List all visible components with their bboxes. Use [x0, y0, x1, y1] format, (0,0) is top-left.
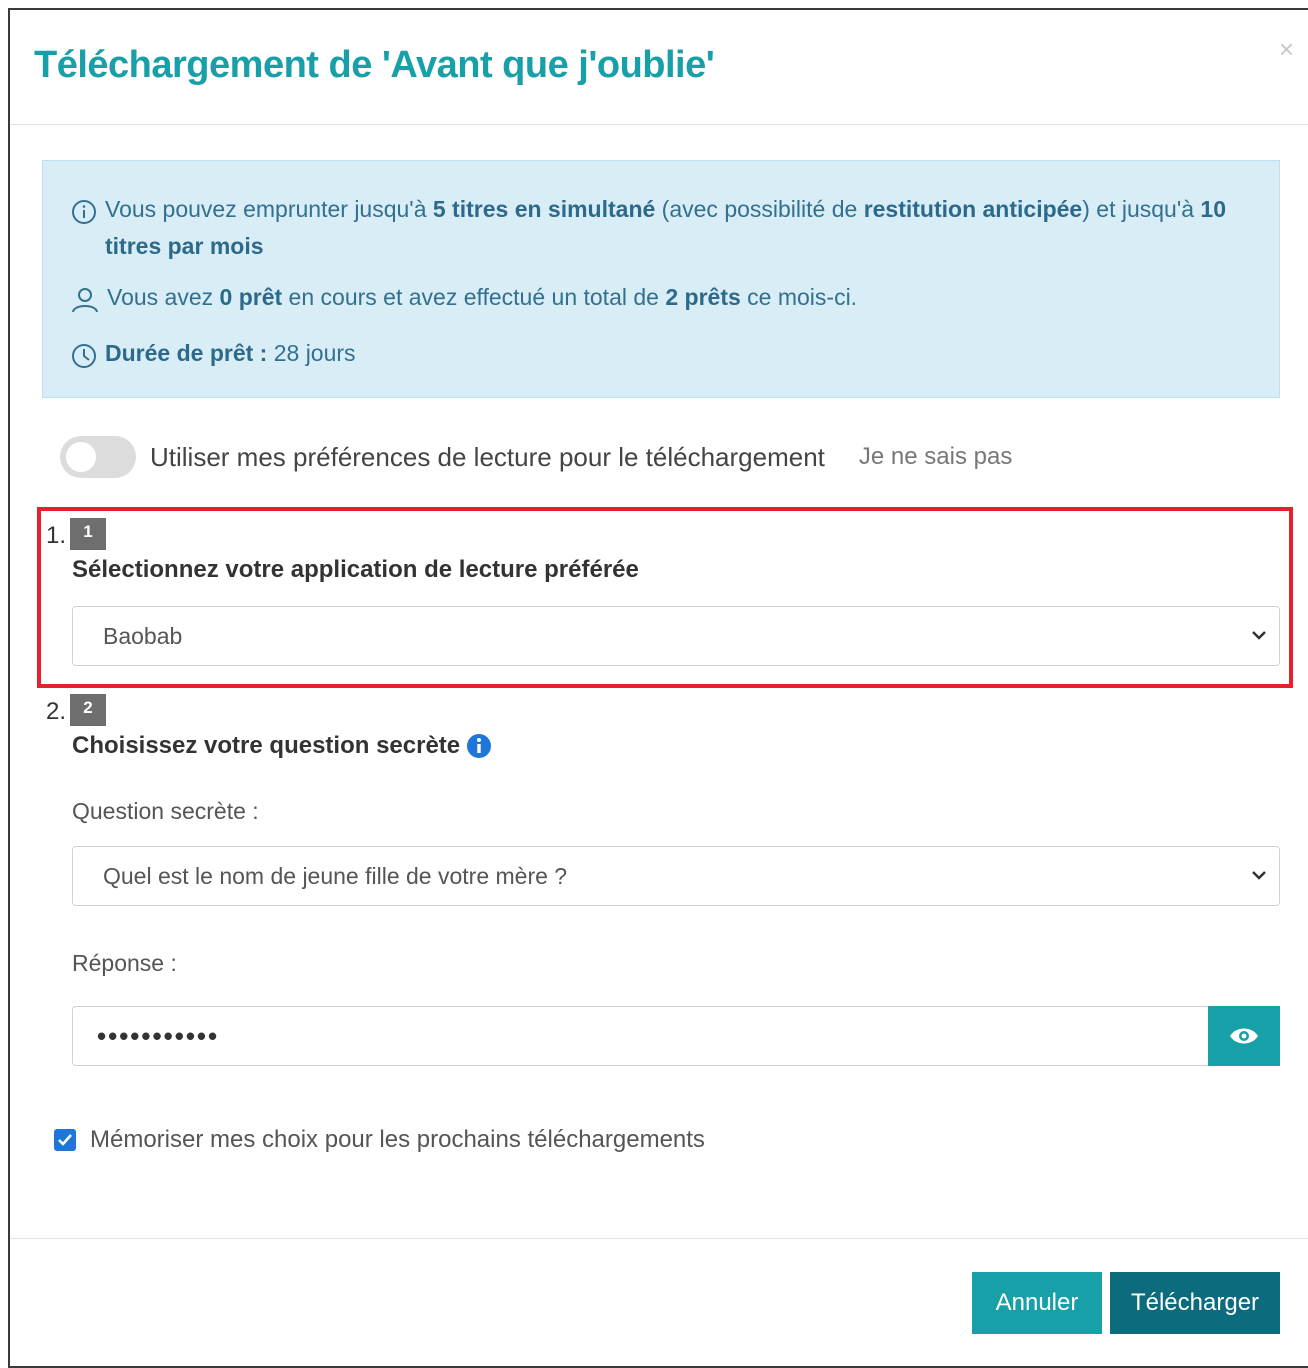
step-2-number: 2.: [46, 698, 67, 725]
answer-label: Réponse :: [72, 950, 177, 976]
checkmark-icon: [58, 1134, 72, 1146]
chevron-down-icon: [1252, 631, 1266, 640]
toggle-knob: [66, 442, 96, 472]
cancel-button[interactable]: Annuler: [972, 1272, 1102, 1334]
loan-limit-text: Vous pouvez emprunter jusqu'à 5 titres e…: [105, 191, 1251, 265]
info-icon[interactable]: [466, 733, 492, 759]
remember-checkbox[interactable]: [54, 1129, 76, 1151]
step-1-marker: 1. 1: [46, 518, 107, 550]
remember-label: Mémoriser mes choix pour les prochains t…: [90, 1126, 705, 1153]
reading-app-select[interactable]: Baobab: [72, 606, 1280, 666]
early-return: restitution anticipée: [863, 196, 1083, 222]
modal-header: Téléchargement de 'Avant que j'oublie' ×: [10, 10, 1308, 125]
step-1-title: Sélectionnez votre application de lectur…: [72, 556, 639, 583]
eye-icon: [1230, 1028, 1258, 1044]
loan-limit-line: Vous pouvez emprunter jusqu'à 5 titres e…: [71, 196, 1251, 265]
duration-value: 28 jours: [267, 340, 356, 366]
preferences-toggle-row: Utiliser mes préférences de lecture pour…: [60, 436, 1012, 478]
download-button[interactable]: Télécharger: [1110, 1272, 1280, 1334]
show-password-button[interactable]: [1208, 1006, 1280, 1066]
text-segment: ) et jusqu'à: [1082, 196, 1201, 222]
secret-question-select[interactable]: Quel est le nom de jeune fille de votre …: [72, 846, 1280, 906]
loan-count-line: Vous avez 0 prêt en cours et avez effect…: [71, 284, 857, 316]
step-1-number: 1.: [46, 522, 67, 549]
loan-count-text: Vous avez 0 prêt en cours et avez effect…: [107, 279, 857, 316]
text-segment: ce mois-ci.: [740, 284, 858, 310]
clock-icon: [72, 344, 96, 368]
info-circle-icon: [72, 200, 96, 224]
simultaneous-limit: 5 titres en simultané: [432, 196, 656, 222]
step-1-badge: 1: [70, 518, 107, 550]
download-modal: Téléchargement de 'Avant que j'oublie' ×…: [8, 8, 1308, 1368]
dont-know-link[interactable]: Je ne sais pas: [859, 443, 1012, 471]
answer-input-group: •••••••••••: [72, 1006, 1280, 1066]
text-segment: (avec possibilité de: [655, 196, 864, 222]
reading-app-value: Baobab: [103, 622, 183, 649]
remember-choices-row: Mémoriser mes choix pour les prochains t…: [54, 1126, 705, 1154]
answer-password-input[interactable]: •••••••••••: [72, 1006, 1208, 1066]
loan-info-alert: Vous pouvez emprunter jusqu'à 5 titres e…: [42, 160, 1280, 398]
text-segment: en cours et avez effectué un total de: [282, 284, 666, 310]
text-segment: Vous avez: [107, 284, 220, 310]
text-segment: Vous pouvez emprunter jusqu'à: [105, 196, 433, 222]
step-2-badge: 2: [70, 694, 107, 726]
step-2-title-row: Choisissez votre question secrète: [72, 732, 492, 760]
step-2-title: Choisissez votre question secrète: [72, 732, 461, 759]
preferences-toggle[interactable]: [60, 436, 136, 478]
user-icon: [72, 288, 98, 313]
loan-duration-line: Durée de prêt : 28 jours: [71, 340, 356, 372]
current-loans: 0 prêt: [219, 284, 283, 310]
chevron-down-icon: [1252, 871, 1266, 880]
modal-title: Téléchargement de 'Avant que j'oublie': [34, 44, 715, 86]
preferences-toggle-label: Utiliser mes préférences de lecture pour…: [150, 441, 825, 472]
close-icon[interactable]: ×: [1279, 36, 1294, 62]
duration-label: Durée de prêt :: [105, 340, 268, 366]
question-label: Question secrète :: [72, 798, 259, 824]
secret-question-value: Quel est le nom de jeune fille de votre …: [103, 862, 568, 889]
modal-footer-divider: [10, 1238, 1308, 1239]
loan-duration-text: Durée de prêt : 28 jours: [105, 335, 356, 372]
monthly-loans: 2 prêts: [665, 284, 741, 310]
step-2-marker: 2. 2: [46, 694, 107, 726]
